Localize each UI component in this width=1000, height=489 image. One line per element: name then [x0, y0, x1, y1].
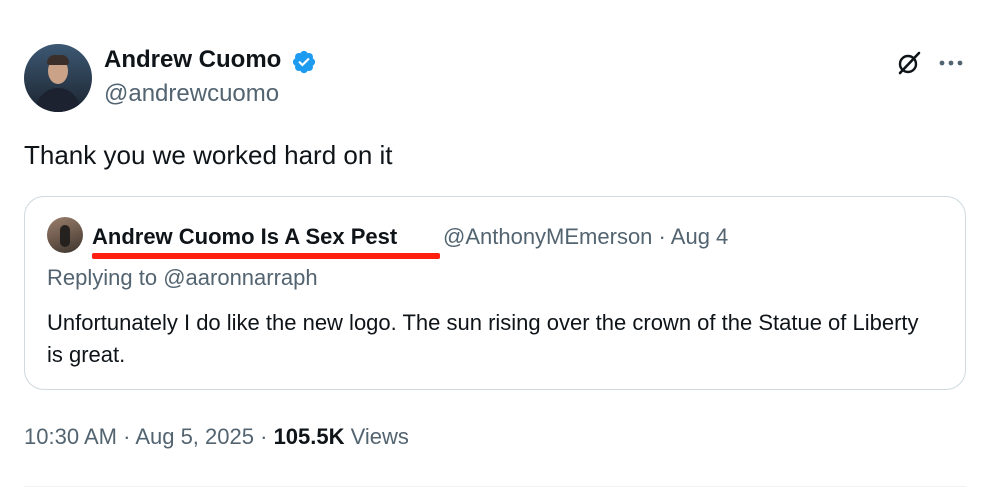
quoted-tweet-date[interactable]: Aug 4 [671, 224, 729, 249]
tweet-text: Thank you we worked hard on it [24, 140, 393, 170]
footer-separator-2: · [260, 424, 268, 449]
verified-badge-icon [292, 50, 316, 74]
divider [24, 486, 966, 487]
tweet-footer-meta: 10:30 AM · Aug 5, 2025 · 105.5K Views [24, 424, 409, 450]
tweet-date[interactable]: Aug 5, 2025 [135, 424, 254, 449]
grok-icon[interactable] [896, 50, 922, 76]
quoted-tweet-card[interactable]: Andrew Cuomo Is A Sex Pest @AnthonyMEmer… [24, 196, 966, 390]
replying-to: Replying to @aaronnarraph [47, 265, 318, 291]
author-avatar[interactable] [24, 44, 92, 112]
views-count: 105.5K [273, 424, 345, 449]
quoted-author-handle[interactable]: @AnthonyMEmerson [443, 224, 652, 249]
views-label: Views [350, 424, 409, 449]
quoted-author-avatar[interactable] [47, 217, 83, 253]
quoted-tweet-text: Unfortunately I do like the new logo. Th… [47, 310, 919, 367]
quoted-author-meta: @AnthonyMEmerson · Aug 4 [443, 224, 728, 250]
highlight-underline [92, 253, 440, 259]
tweet: Andrew Cuomo @andrewcuomo Thank you we w… [0, 0, 1000, 489]
more-options-icon[interactable] [937, 50, 965, 76]
tweet-time[interactable]: 10:30 AM [24, 424, 117, 449]
meta-separator: · [658, 224, 666, 249]
author-display-name[interactable]: Andrew Cuomo [104, 46, 281, 74]
replying-to-prefix: Replying to [47, 265, 158, 290]
quoted-author-display-name[interactable]: Andrew Cuomo Is A Sex Pest [92, 224, 397, 250]
replying-to-handle[interactable]: @aaronnarraph [163, 265, 317, 290]
author-handle[interactable]: @andrewcuomo [104, 80, 279, 108]
footer-separator-1: · [123, 424, 131, 449]
